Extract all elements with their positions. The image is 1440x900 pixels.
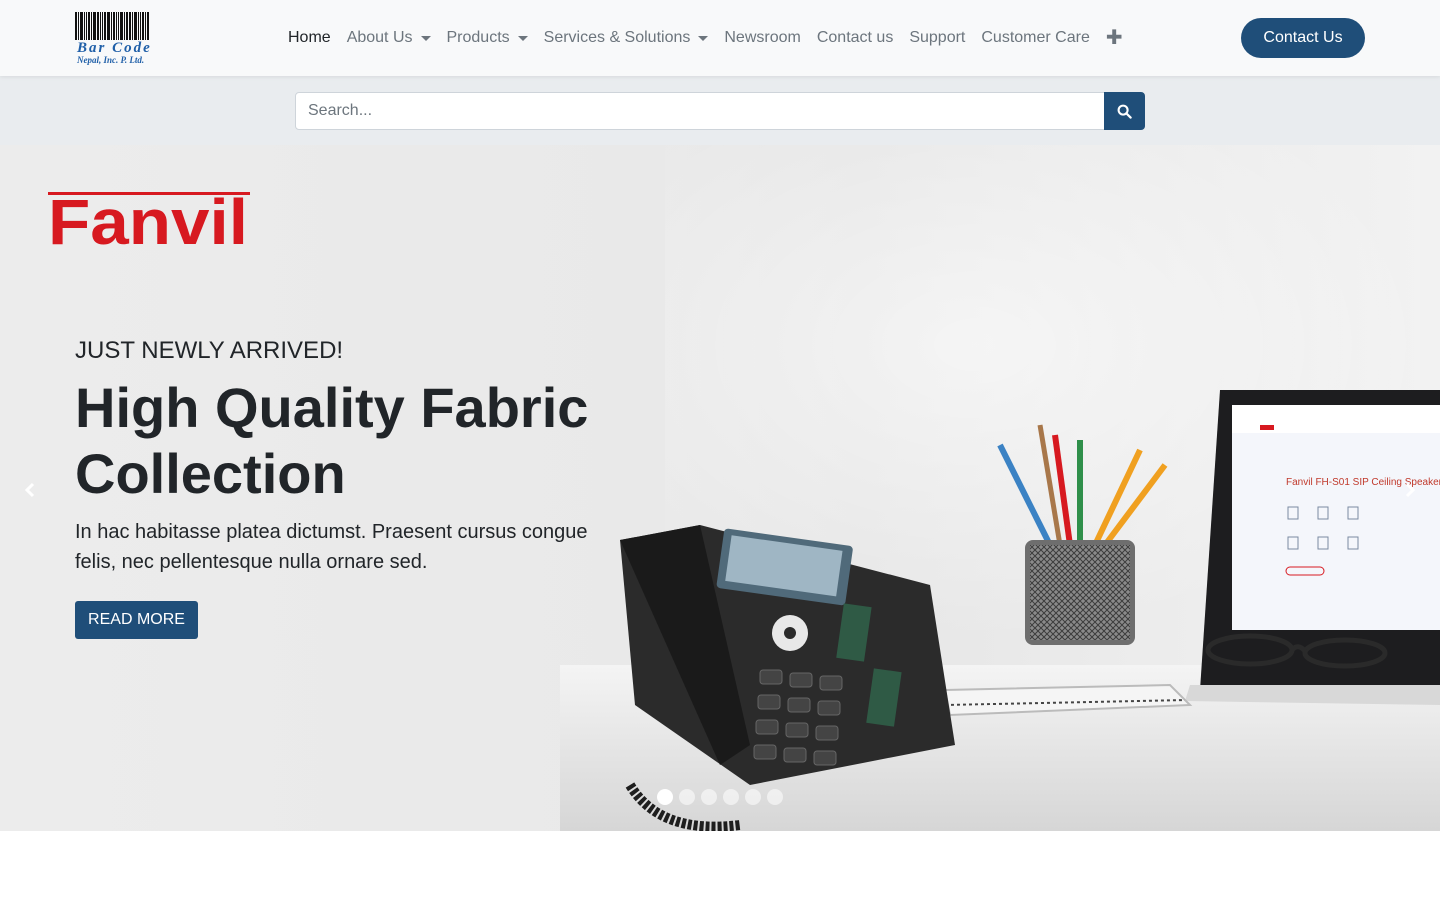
- nav-item-customer-care[interactable]: Customer Care: [973, 0, 1097, 76]
- barcode-bar: [104, 12, 106, 40]
- nav-item-label: Support: [909, 29, 966, 46]
- carousel-next-button[interactable]: [1390, 475, 1430, 505]
- barcode-bar: [107, 12, 110, 40]
- barcode-graphic: [75, 12, 165, 40]
- carousel-indicator-dot[interactable]: [657, 789, 673, 805]
- nav-item-label: Products: [446, 29, 510, 46]
- barcode-bar: [132, 12, 133, 40]
- carousel-indicator-dot[interactable]: [701, 789, 717, 805]
- barcode-bar: [86, 12, 87, 40]
- carousel-indicator-dot[interactable]: [745, 789, 761, 805]
- barcode-bar: [88, 12, 90, 40]
- barcode-bar: [129, 12, 131, 40]
- nav-item-services-solutions[interactable]: Services & Solutions: [536, 0, 717, 76]
- search-icon: [1117, 104, 1132, 119]
- barcode-bar: [91, 12, 92, 40]
- nav-item-home[interactable]: Home: [280, 0, 339, 76]
- contact-us-button[interactable]: Contact Us: [1241, 18, 1365, 58]
- product-scene-image: Fanvil FH-S01 SIP Ceiling Speaker: [620, 390, 1440, 831]
- search-bar-section: [0, 76, 1440, 145]
- carousel-indicator-dot[interactable]: [767, 789, 783, 805]
- fanvil-logo: Fanvil: [48, 190, 250, 248]
- barcode-bar: [147, 12, 149, 40]
- carousel-indicator-dot[interactable]: [679, 789, 695, 805]
- logo-subtitle: Nepal, Inc. P. Ltd.: [77, 55, 145, 65]
- caret-down-icon: [420, 35, 431, 41]
- nav-item-products[interactable]: Products: [439, 0, 536, 76]
- search-button[interactable]: [1104, 92, 1145, 130]
- logo-brand-text: Bar Code: [77, 40, 152, 56]
- site-header: Bar Code Nepal, Inc. P. Ltd. Home About …: [0, 0, 1440, 76]
- caret-down-icon: [517, 35, 528, 41]
- hero-carousel: Fanvil FH-S01 SIP Ceiling Speaker Fanvil…: [0, 145, 1440, 831]
- nav-item-label: Services & Solutions: [543, 29, 691, 46]
- barcode-bar: [116, 12, 117, 40]
- barcode-bar: [78, 12, 79, 40]
- main-navigation: Home About Us Products Services & Soluti…: [280, 0, 1131, 76]
- barcode-bar: [84, 12, 85, 40]
- barcode-bar: [75, 12, 77, 40]
- carousel-indicators: [657, 789, 783, 805]
- barcode-bar: [140, 12, 141, 40]
- barcode-bar: [124, 12, 125, 40]
- nav-item-newsroom[interactable]: Newsroom: [716, 0, 808, 76]
- plus-icon[interactable]: ✚: [1098, 0, 1131, 76]
- barcode-bar: [145, 12, 146, 40]
- hero-lead-text: In hac habitasse platea dictumst. Praese…: [75, 521, 588, 573]
- nav-item-label: Home: [288, 29, 331, 46]
- nav-item-label: Customer Care: [981, 29, 1090, 46]
- barcode-bar: [93, 12, 96, 40]
- hero-headline: High Quality Fabric Collection: [75, 376, 589, 505]
- carousel-indicator-dot[interactable]: [723, 789, 739, 805]
- hero-eyebrow: JUST NEWLY ARRIVED!: [75, 337, 344, 364]
- barcode-bar: [97, 12, 99, 40]
- barcode-bar: [134, 12, 137, 40]
- chevron-left-icon: [24, 482, 35, 498]
- nav-item-label: About Us: [346, 29, 413, 46]
- barcode-bar: [142, 12, 144, 40]
- barcode-bar: [138, 12, 139, 40]
- barcode-bar: [120, 12, 123, 40]
- nav-item-support[interactable]: Support: [901, 0, 973, 76]
- nav-item-label: Newsroom: [724, 29, 801, 46]
- svg-text:Fanvil: Fanvil: [48, 190, 248, 248]
- nav-item-about-us[interactable]: About Us: [339, 0, 439, 76]
- barcode-bar: [80, 12, 83, 40]
- barcode-bar: [126, 12, 128, 40]
- pencil-cup-image: [997, 424, 1168, 645]
- laptop-image: Fanvil FH-S01 SIP Ceiling Speaker: [1185, 390, 1440, 705]
- search-input[interactable]: [295, 92, 1105, 130]
- barcode-nepal-logo[interactable]: Bar Code Nepal, Inc. P. Ltd.: [75, 12, 165, 66]
- chevron-right-icon: [1405, 482, 1416, 498]
- nav-item-contact-us[interactable]: Contact us: [809, 0, 901, 76]
- nav-item-label: Contact us: [816, 29, 894, 46]
- barcode-bar: [111, 12, 112, 40]
- read-more-button[interactable]: READ MORE: [75, 601, 198, 639]
- barcode-bar: [113, 12, 115, 40]
- barcode-bar: [102, 12, 103, 40]
- barcode-bar: [118, 12, 119, 40]
- ip-phone-image: [620, 525, 955, 831]
- caret-down-icon: [698, 35, 709, 41]
- carousel-prev-button[interactable]: [10, 475, 50, 505]
- barcode-bar: [100, 12, 101, 40]
